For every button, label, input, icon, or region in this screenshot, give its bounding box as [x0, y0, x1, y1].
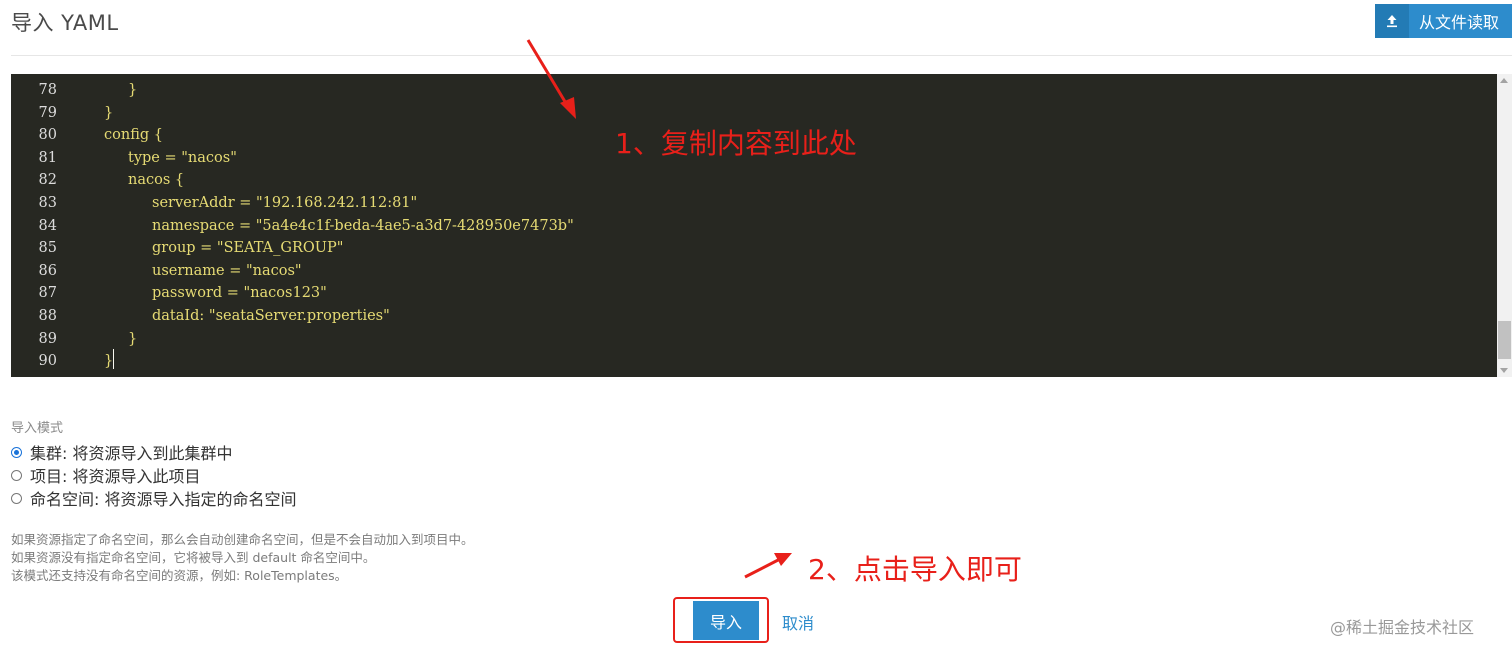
watermark: @稀土掘金技术社区	[1330, 618, 1475, 637]
arrow-to-import-icon	[744, 553, 792, 579]
annotation-step-2: 2、点击导入即可	[808, 553, 1022, 586]
cancel-button[interactable]: 取消	[782, 610, 814, 634]
annotation-arrows	[526, 39, 792, 579]
arrow-to-editor-icon	[526, 39, 576, 119]
annotation-step-1: 1、复制内容到此处	[615, 127, 857, 160]
import-button[interactable]: 导入	[693, 601, 759, 640]
